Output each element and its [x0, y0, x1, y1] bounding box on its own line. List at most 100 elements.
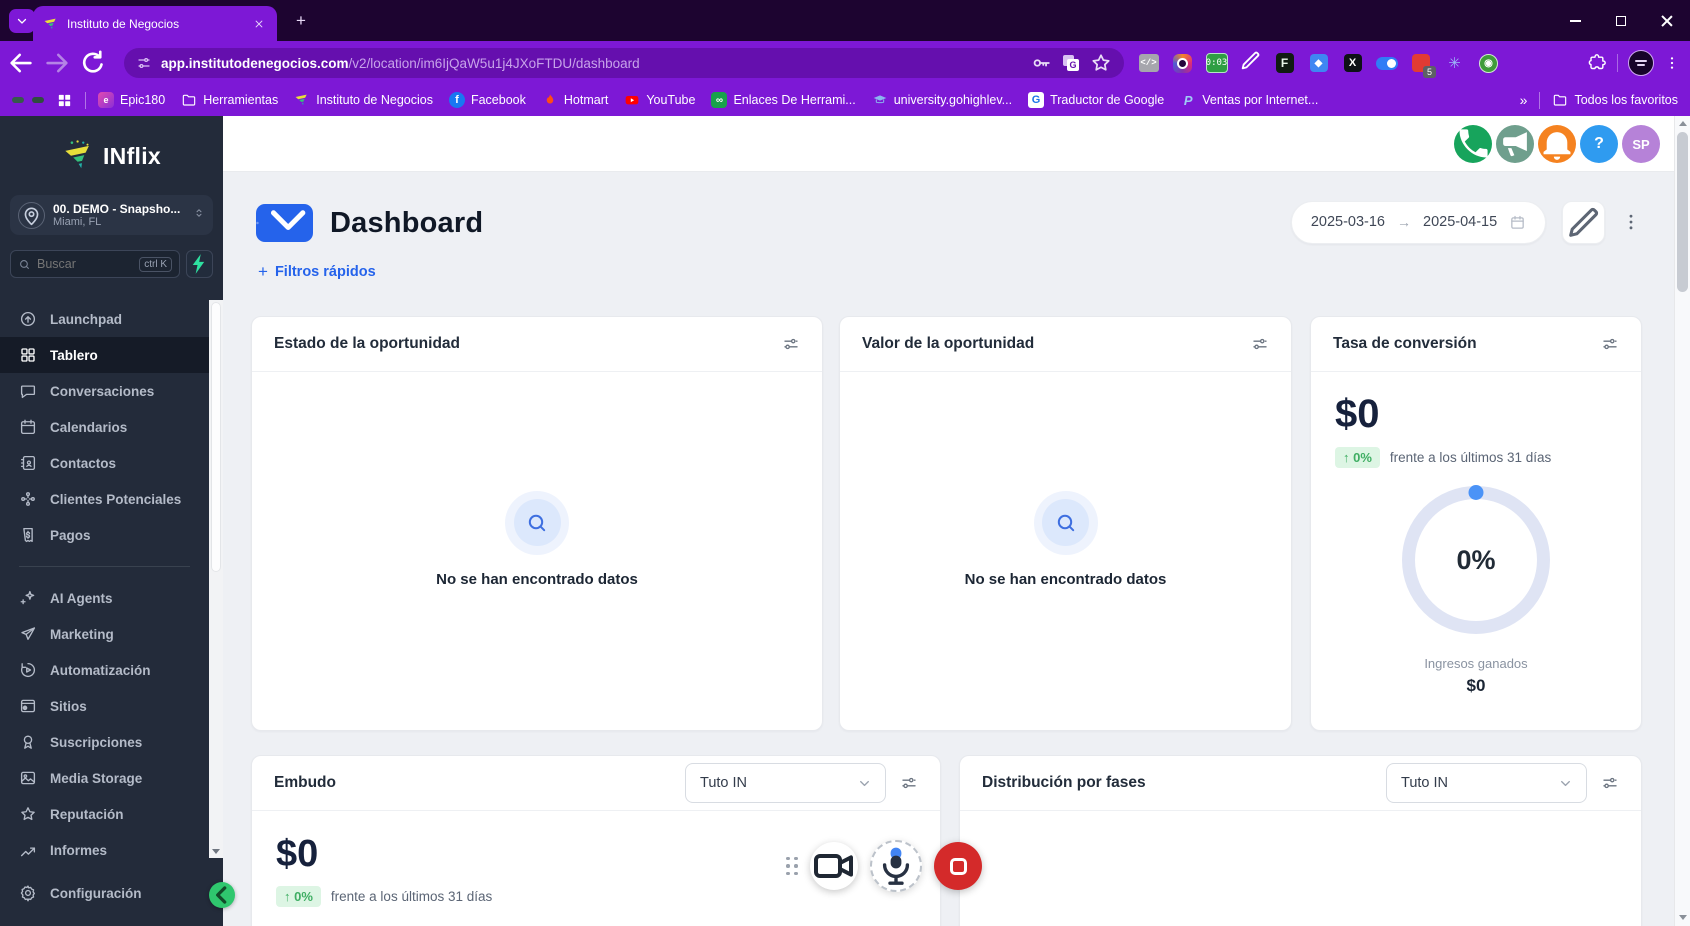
dashboard-switcher-button[interactable]: [256, 204, 313, 242]
phone-icon[interactable]: [1454, 125, 1492, 163]
extensions-puzzle-icon[interactable]: [1587, 53, 1607, 73]
bookmark-item[interactable]: Herramientas: [181, 92, 278, 108]
edit-dashboard-button[interactable]: [1562, 200, 1605, 244]
sidebar-item-configuracion[interactable]: Configuración: [0, 875, 209, 911]
sidebar-menu-item[interactable]: Reputación: [0, 796, 209, 832]
close-button[interactable]: [1644, 0, 1690, 41]
browser-tab[interactable]: Instituto de Negocios: [33, 6, 277, 41]
extension-button[interactable]: ◉: [1476, 50, 1501, 76]
all-favorites-folder[interactable]: Todos los favoritos: [1552, 92, 1678, 108]
bookmark-item[interactable]: f Facebook: [448, 92, 526, 108]
user-avatar[interactable]: SP: [1622, 125, 1660, 163]
search-input[interactable]: [37, 257, 107, 271]
extension-button[interactable]: [1238, 50, 1263, 76]
card-settings-icon[interactable]: [1601, 774, 1619, 792]
bookmark-item[interactable]: ∞ Enlaces De Herrami...: [711, 92, 856, 108]
extension-button[interactable]: [1170, 50, 1195, 76]
refresh-button[interactable]: [78, 48, 108, 78]
bookmark-item[interactable]: Instituto de Negocios: [294, 92, 433, 108]
empty-state-text: No se han encontrado datos: [964, 570, 1167, 588]
notifications-bell-icon[interactable]: [1538, 125, 1576, 163]
drag-handle-icon[interactable]: [786, 856, 798, 876]
sidebar-search[interactable]: ctrl K: [10, 250, 180, 278]
sidebar-menu-item[interactable]: Calendarios: [0, 409, 209, 445]
sidebar-menu-item[interactable]: Clientes Potenciales: [0, 481, 209, 517]
sidebar-menu-item[interactable]: Marketing: [0, 616, 209, 652]
page-scrollbar[interactable]: [1674, 116, 1690, 926]
site-info-icon[interactable]: [136, 55, 152, 71]
camera-toggle-button[interactable]: [810, 842, 858, 890]
sidebar-item-label: Informes: [50, 842, 108, 858]
address-bar[interactable]: app.institutodenegocios.com/v2/location/…: [124, 48, 1124, 78]
bookmark-badge[interactable]: [12, 97, 24, 103]
sidebar-menu-item[interactable]: Launchpad: [0, 301, 209, 337]
sidebar-menu-item[interactable]: Suscripciones: [0, 724, 209, 760]
scrollbar-thumb[interactable]: [1677, 132, 1688, 292]
tab-close-icon[interactable]: [251, 16, 267, 32]
bookmark-label: Herramientas: [203, 93, 279, 107]
card-settings-icon[interactable]: [1601, 335, 1619, 353]
sidebar-item-label: Configuración: [50, 885, 142, 901]
card-settings-icon[interactable]: [782, 335, 800, 353]
sidebar-menu-item[interactable]: Informes: [0, 832, 209, 868]
sidebar-collapse-button[interactable]: [209, 882, 235, 908]
sidebar-menu-item[interactable]: AI Agents: [0, 580, 209, 616]
date-range-picker[interactable]: 2025-03-16 → 2025-04-15: [1291, 200, 1546, 244]
extension-button[interactable]: 5: [1408, 50, 1436, 78]
bookmark-item[interactable]: YouTube: [624, 92, 695, 108]
extension-button[interactable]: ✳: [1442, 50, 1467, 76]
card-settings-icon[interactable]: [900, 774, 918, 792]
extension-button[interactable]: F: [1272, 50, 1297, 76]
translate-icon[interactable]: G: [1060, 52, 1082, 74]
sidebar-menu-item[interactable]: Automatización: [0, 652, 209, 688]
announcements-megaphone-icon[interactable]: [1496, 125, 1534, 163]
bookmark-item[interactable]: university.gohighlev...: [872, 92, 1012, 108]
sidebar-menu-item[interactable]: Sitios: [0, 688, 209, 724]
embudo-pipeline-select[interactable]: Tuto IN: [685, 763, 886, 803]
help-button[interactable]: ?: [1580, 125, 1618, 163]
browser-profile-avatar[interactable]: [1628, 50, 1654, 76]
scroll-up-arrow[interactable]: [1679, 121, 1687, 126]
extension-button[interactable]: 0:03: [1204, 50, 1229, 76]
browser-menu-icon[interactable]: [1664, 52, 1680, 74]
stop-record-button[interactable]: [934, 842, 982, 890]
minimize-button[interactable]: [1552, 0, 1598, 41]
bookmark-badge[interactable]: [32, 97, 44, 103]
fases-pipeline-select[interactable]: Tuto IN: [1386, 763, 1587, 803]
sidebar-scrollbar-thumb[interactable]: [211, 302, 221, 572]
scroll-down-arrow[interactable]: [1679, 915, 1687, 920]
bookmarks-overflow-chevron[interactable]: »: [1520, 92, 1528, 108]
sidebar-scroll-down-arrow[interactable]: [212, 849, 220, 854]
location-selector[interactable]: 00. DEMO - Snapsho... Miami, FL: [10, 195, 213, 235]
sidebar-menu-item[interactable]: Pagos: [0, 517, 209, 553]
extension-button[interactable]: </>: [1136, 50, 1161, 76]
new-tab-button[interactable]: +: [288, 8, 314, 34]
quick-filters-link[interactable]: + Filtros rápidos: [258, 262, 376, 282]
forward-button[interactable]: [42, 48, 72, 78]
bookmark-item[interactable]: e Epic180: [98, 92, 165, 108]
tab-search-button[interactable]: [9, 9, 35, 33]
extension-button[interactable]: [1374, 50, 1399, 76]
microphone-button[interactable]: [870, 840, 922, 892]
extension-button[interactable]: X: [1340, 50, 1365, 76]
quick-actions-button[interactable]: [186, 250, 213, 278]
bookmark-item[interactable]: Hotmart: [542, 92, 608, 108]
back-button[interactable]: [6, 48, 36, 78]
bookmark-item[interactable]: P Ventas por Internet...: [1180, 92, 1318, 108]
sidebar-menu-item[interactable]: Conversaciones: [0, 373, 209, 409]
sidebar-menu-item[interactable]: Contactos: [0, 445, 209, 481]
sidebar-scrollbar[interactable]: [209, 300, 223, 858]
compare-text: frente a los últimos 31 días: [330, 889, 493, 904]
password-key-icon[interactable]: [1030, 52, 1052, 74]
bookmark-item[interactable]: G Traductor de Google: [1028, 92, 1164, 108]
sidebar-menu-item[interactable]: Media Storage: [0, 760, 209, 796]
donut-marker-dot: [1468, 485, 1484, 500]
more-options-icon[interactable]: [1621, 210, 1641, 234]
extension-button[interactable]: ◆: [1306, 50, 1331, 76]
apps-grid-icon[interactable]: [56, 92, 73, 109]
bookmark-star-icon[interactable]: [1090, 52, 1112, 74]
card-settings-icon[interactable]: [1251, 335, 1269, 353]
extension-badge: 5: [1422, 66, 1436, 78]
maximize-button[interactable]: [1598, 0, 1644, 41]
sidebar-menu-item[interactable]: Tablero: [0, 337, 209, 373]
